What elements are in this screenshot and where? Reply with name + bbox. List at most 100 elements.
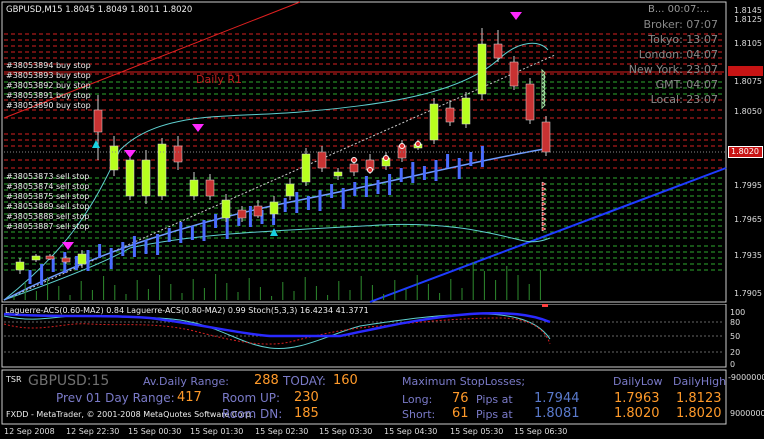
candle-body: [301, 153, 311, 183]
price-tick: 1.7905: [734, 289, 762, 298]
long-label: Long:: [402, 393, 433, 406]
prev-range: 417: [177, 390, 202, 405]
long-pips: 76: [452, 391, 469, 406]
indicator-column: [330, 184, 334, 198]
session-time: GMT: 04:07: [655, 78, 718, 91]
platform-footer: FXDD - MetaTrader, © 2001-2008 MetaQuote…: [6, 410, 254, 419]
candle-body: [221, 199, 231, 219]
indicator-column: [469, 152, 473, 166]
indicator-column: [74, 256, 78, 270]
sell-stop-orders: #38053873 sell stop #38053874 sell stop #3…: [6, 172, 89, 232]
zigzag-marker: [541, 181, 547, 187]
indicator-column: [109, 248, 113, 269]
session-time: Tokyo: 13:07: [648, 33, 718, 46]
indicator-tick: 20: [730, 348, 741, 357]
zigzag-marker: [541, 221, 547, 227]
order-label[interactable]: #38053892 buy stop: [6, 81, 91, 91]
candle-body: [109, 145, 119, 171]
zigzag-marker: [541, 211, 547, 217]
indicator-column: [388, 174, 392, 195]
candle-body: [317, 151, 327, 169]
long-daily-high: 1.8123: [676, 391, 722, 406]
candle-body: [429, 103, 439, 141]
time-tick: 15 Sep 00:30: [128, 427, 182, 436]
time-tick: 15 Sep 03:30: [319, 427, 373, 436]
indicator-column: [51, 258, 55, 272]
price-tick: 1.7965: [734, 215, 762, 224]
indicator-column: [167, 228, 171, 242]
time-tick: 15 Sep 04:30: [384, 427, 438, 436]
candle-body: [461, 97, 471, 125]
stats-symbol: GBPUSD:15: [28, 373, 110, 389]
indicator-column: [156, 234, 160, 255]
indicator-column: [248, 206, 252, 227]
candle-body: [45, 255, 55, 260]
short-pips-at: Pips at: [476, 408, 513, 421]
indicator-column: [214, 214, 218, 228]
session-time: New York: 23:07: [628, 63, 718, 76]
order-label[interactable]: #38053875 sell stop: [6, 192, 89, 202]
indicator-column: [422, 166, 426, 180]
candle-body: [61, 257, 71, 263]
prev-range-label: Prev 01 Day Range:: [56, 391, 175, 405]
daily-low-label: DailyLow: [613, 375, 663, 388]
stats-panel[interactable]: TSR GBPUSD:15 FXDD - MetaTrader, © 2001-…: [0, 369, 764, 425]
candle-body: [253, 205, 263, 217]
order-label[interactable]: #38053874 sell stop: [6, 182, 89, 192]
time-tick: 15 Sep 05:30: [450, 427, 504, 436]
indicator-column: [411, 162, 415, 183]
long-price: 1.7944: [534, 391, 580, 406]
price-chart-panel[interactable]: GBPUSD,M15 1.8045 1.8049 1.8011 1.8020 D…: [0, 0, 764, 304]
short-label: Short:: [402, 408, 436, 421]
candle-body: [15, 261, 25, 271]
time-tick: 12 Sep 22:30: [66, 427, 120, 436]
fractal-dot: [383, 155, 389, 161]
buy-stop-orders: #38053894 buy stop #38053893 buy stop #380…: [6, 61, 91, 111]
max-stoploss-label: Maximum StopLosses;: [402, 375, 526, 388]
indicator-column: [306, 196, 310, 210]
indicator-column: [364, 176, 368, 197]
order-label[interactable]: #38053873 sell stop: [6, 172, 89, 182]
price-tick: 1.8125: [734, 15, 762, 24]
avg-daily-range: 288: [254, 373, 279, 388]
candle-body: [509, 61, 519, 87]
room-up: 230: [294, 390, 319, 405]
order-label[interactable]: #38053890 buy stop: [6, 101, 91, 111]
order-label[interactable]: #38053891 buy stop: [6, 91, 91, 101]
indicator-panel[interactable]: Laguerre-ACS(0.60-MA2) 0.84 Laguerre-ACS…: [0, 304, 764, 369]
zigzag-marker: [543, 81, 546, 89]
today-value: 160: [333, 373, 358, 388]
indicator-column: [132, 236, 136, 257]
order-label[interactable]: #38053887 sell stop: [6, 222, 89, 232]
candle-body: [77, 253, 87, 265]
candle-body: [173, 145, 183, 163]
candle-body: [445, 107, 455, 123]
indicator-column: [376, 180, 380, 194]
order-label[interactable]: #38053893 buy stop: [6, 71, 91, 81]
fractal-dot: [415, 141, 421, 147]
indicator-tick: 50: [730, 332, 741, 341]
indicator-tick: 0: [730, 360, 736, 369]
order-label[interactable]: #38053888 sell stop: [6, 212, 89, 222]
session-time: London: 04:07: [638, 48, 718, 61]
candle-body: [189, 179, 199, 197]
candle-body: [525, 83, 535, 121]
room-dn-label: Room DN:: [222, 407, 283, 421]
indicator-column: [121, 242, 125, 256]
session-header: B... 00:07:...: [648, 4, 710, 15]
candle-body: [157, 143, 167, 197]
order-label[interactable]: #38053894 buy stop: [6, 61, 91, 71]
price-tick: 1.7995: [734, 181, 762, 190]
fractal-dot: [399, 143, 405, 149]
indicator-column: [40, 264, 44, 285]
candle-body: [269, 201, 279, 215]
price-tick: 1.8050: [734, 107, 762, 116]
chart-header: GBPUSD,M15 1.8045 1.8049 1.8011 1.8020: [6, 5, 193, 15]
room-up-label: Room UP:: [222, 391, 281, 405]
indicator-header: Laguerre-ACS(0.60-MA2) 0.84 Laguerre-ACS…: [5, 306, 369, 315]
order-label[interactable]: #38053889 sell stop: [6, 202, 89, 212]
indicator-column: [434, 160, 438, 181]
time-tick: 12 Sep 2008: [4, 427, 55, 436]
indicator-column: [283, 198, 287, 212]
stats-axis-top: -9000000: [728, 373, 764, 382]
